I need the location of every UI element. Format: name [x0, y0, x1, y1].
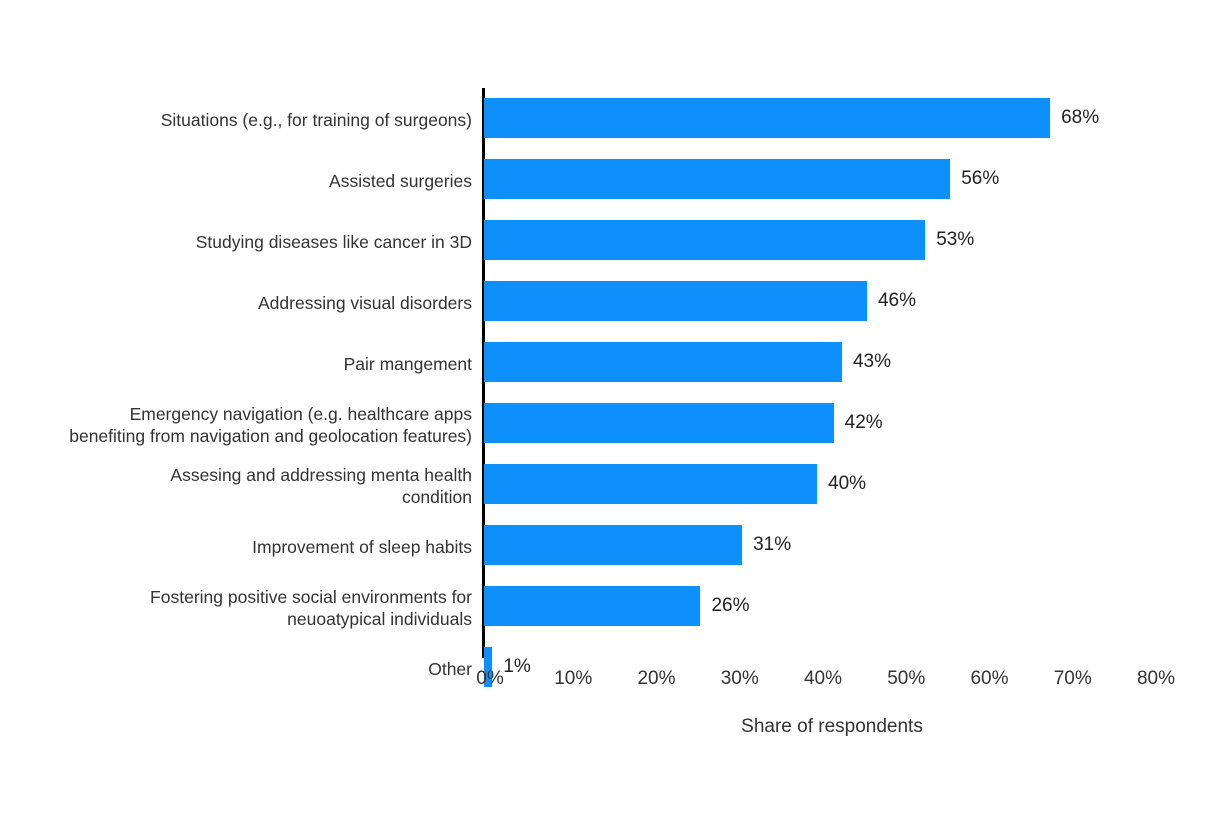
bar-row: Fostering positive social environments f…	[0, 576, 1220, 637]
bar[interactable]	[484, 159, 951, 199]
bar[interactable]	[484, 525, 743, 565]
bar-value-label: 56%	[961, 168, 1000, 189]
category-label: Assisted surgeries	[329, 170, 472, 191]
x-axis-title-label: Share of respondents	[741, 716, 923, 737]
bar[interactable]	[484, 586, 701, 626]
category-label: Situations (e.g., for training of surgeo…	[160, 109, 472, 130]
bar-value-label: 53%	[936, 229, 975, 250]
category-label: Pair mangement	[343, 353, 472, 374]
bar-row: Improvement of sleep habits 31%	[0, 515, 1220, 576]
bar-row: Situations (e.g., for training of surgeo…	[0, 88, 1220, 149]
bar[interactable]	[484, 342, 842, 382]
bar[interactable]	[484, 220, 926, 260]
bar[interactable]	[484, 98, 1051, 138]
x-axis: 0% 10% 20% 30% 40% 50% 60% 70% 80%	[0, 666, 1220, 696]
category-label: Assesing and addressing menta health con…	[170, 464, 472, 507]
bar-chart: Situations (e.g., for training of surgeo…	[0, 0, 1220, 813]
x-axis-title: Share of respondents	[0, 716, 1220, 738]
category-label: Improvement of sleep habits	[252, 536, 472, 557]
bar-value-label: 68%	[1061, 107, 1100, 128]
category-label: Fostering positive social environments f…	[150, 586, 472, 629]
category-label: Emergency navigation (e.g. healthcare ap…	[69, 403, 472, 446]
bar-row: Addressing visual disorders 46%	[0, 271, 1220, 332]
bar-value-label: 46%	[877, 290, 916, 311]
bar-value-label: 26%	[711, 595, 750, 616]
bar-row: Assesing and addressing menta health con…	[0, 454, 1220, 515]
category-label: Studying diseases like cancer in 3D	[195, 231, 472, 252]
bar[interactable]	[484, 281, 867, 321]
bar-value-label: 43%	[852, 351, 891, 372]
bar-row: Emergency navigation (e.g. healthcare ap…	[0, 393, 1220, 454]
bar-value-label: 40%	[828, 473, 867, 494]
category-label: Addressing visual disorders	[258, 292, 472, 313]
bar[interactable]	[484, 403, 834, 443]
bar-row: Studying diseases like cancer in 3D 53%	[0, 210, 1220, 271]
bar-row: Pair mangement 43%	[0, 332, 1220, 393]
bar-value-label: 31%	[753, 534, 792, 555]
bar[interactable]	[484, 464, 817, 504]
x-axis-tick-label: 80%	[1136, 668, 1176, 689]
bar-row: Assisted surgeries 56%	[0, 149, 1220, 210]
bar-value-label: 42%	[844, 412, 883, 433]
